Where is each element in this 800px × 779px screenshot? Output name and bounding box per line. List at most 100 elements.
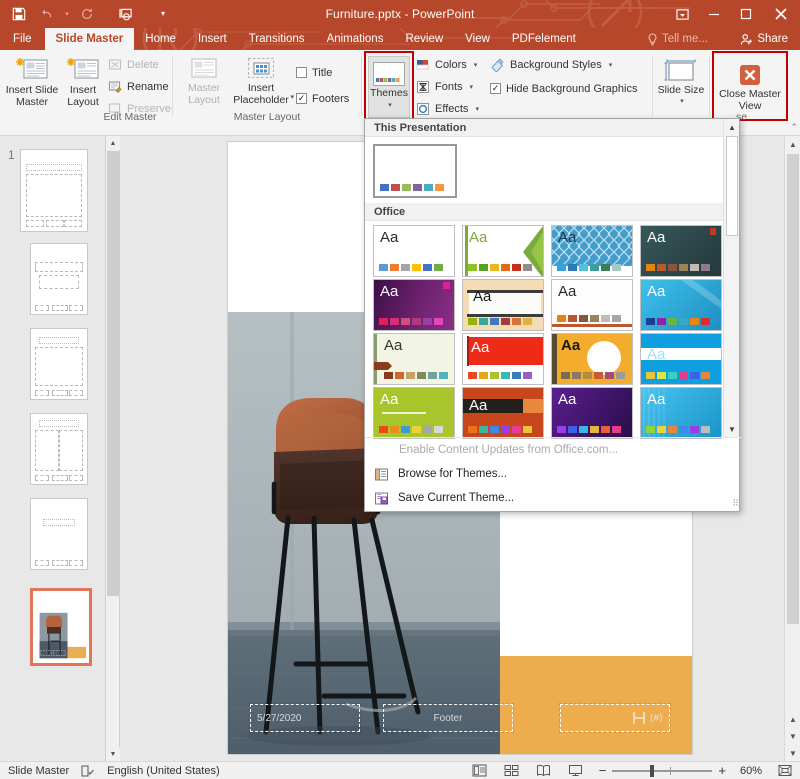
browse-for-themes-item[interactable]: Browse for Themes... xyxy=(365,462,741,486)
theme-tile-retrospect[interactable]: Aa xyxy=(640,225,722,277)
thumbnail-scroll-thumb[interactable] xyxy=(107,151,119,596)
tab-insert[interactable]: Insert xyxy=(187,28,238,50)
tab-slide-master[interactable]: Slide Master xyxy=(44,28,135,50)
theme-tile-current[interactable] xyxy=(373,144,457,198)
zoom-level-label[interactable]: 60% xyxy=(740,765,762,777)
insert-slide-master-button[interactable]: Insert Slide Master xyxy=(4,52,60,108)
hide-background-graphics-row[interactable]: ✓ Hide Background Graphics xyxy=(490,78,637,99)
resize-grip-icon[interactable]: ⠿ xyxy=(732,498,739,509)
thumbnail-scroll-down-icon[interactable]: ▼ xyxy=(106,747,120,761)
restore-icon[interactable] xyxy=(730,0,762,28)
title-checkbox-row[interactable]: Title xyxy=(296,62,332,83)
effects-caret-icon[interactable]: ▾ xyxy=(475,105,479,113)
master-layout-button[interactable]: Master Layout xyxy=(178,52,230,106)
canvas-previous-slide-icon[interactable]: ▲ xyxy=(785,711,800,727)
thumbnail-layout-content[interactable] xyxy=(30,328,88,400)
theme-tile-ion-boardroom[interactable]: Aa xyxy=(551,225,633,277)
slide-size-button[interactable]: Slide Size ▾ xyxy=(656,54,706,108)
close-master-view-button[interactable]: Close Master View xyxy=(718,58,782,112)
hide-background-graphics-checkbox[interactable]: ✓ xyxy=(490,83,501,94)
canvas-next-slide-icon[interactable]: ▼ xyxy=(785,728,800,744)
thumbnail-layout-title-only[interactable] xyxy=(30,498,88,570)
canvas-scrollbar[interactable]: ▲ ▲ ▼ ▼ xyxy=(784,136,800,761)
theme-tile-office-theme[interactable]: Aa xyxy=(373,225,455,277)
thumbnail-layout-two-content[interactable] xyxy=(30,413,88,485)
thumbnail-pane-scrollbar[interactable]: ▲ ▼ xyxy=(106,136,120,761)
tell-me-search[interactable]: Tell me... xyxy=(647,28,708,50)
background-styles-button[interactable]: Background Styles ▾ xyxy=(490,54,612,75)
slide-thumbnail-pane[interactable]: 1 xyxy=(0,136,106,761)
theme-tile-vapor-trail[interactable]: Aa xyxy=(551,387,633,439)
thumbnail-scroll-up-icon[interactable]: ▲ xyxy=(106,136,120,150)
themes-gallery-scroll-down-icon[interactable]: ▼ xyxy=(724,421,740,437)
effects-button[interactable]: Effects ▾ xyxy=(416,98,479,119)
save-current-theme-item[interactable]: Save Current Theme... xyxy=(365,486,741,510)
insert-layout-button[interactable]: Insert Layout xyxy=(60,52,106,108)
themes-dropdown-gallery[interactable]: This Presentation Office Aa Aa Aa Aa Aa … xyxy=(364,118,741,512)
title-checkbox[interactable] xyxy=(296,67,307,78)
ribbon-display-options-icon[interactable] xyxy=(666,0,698,28)
footers-checkbox-row[interactable]: ✓ Footers xyxy=(296,88,349,109)
ribbon-tabs[interactable]: File Slide Master Home Insert Transition… xyxy=(0,28,587,50)
zoom-in-button[interactable]: + xyxy=(718,763,726,778)
theme-tile-berlin[interactable]: Aa xyxy=(373,279,455,331)
theme-tile-celestial[interactable]: Aa xyxy=(640,279,722,331)
theme-tile-banded[interactable]: Aa xyxy=(551,279,633,331)
zoom-out-button[interactable]: − xyxy=(599,763,607,778)
theme-tile-savon[interactable]: Aa xyxy=(462,387,544,439)
colors-button[interactable]: Colors ▾ xyxy=(416,54,477,75)
theme-tile-quotable[interactable]: Aa xyxy=(373,387,455,439)
theme-tile-facet[interactable]: Aa xyxy=(462,225,544,277)
canvas-scroll-up-icon[interactable]: ▲ xyxy=(785,136,800,152)
theme-tile-frame[interactable]: Aa xyxy=(640,333,722,385)
fonts-caret-icon[interactable]: ▾ xyxy=(470,83,474,91)
theme-tile-basis[interactable]: Aa xyxy=(462,333,544,385)
close-icon[interactable] xyxy=(762,0,800,28)
themes-gallery-scrollbar[interactable]: ▲ ▼ xyxy=(723,119,739,437)
zoom-track[interactable] xyxy=(612,764,713,777)
collapse-ribbon-icon[interactable]: ⌃ xyxy=(790,122,798,133)
themes-caret-icon[interactable]: ▾ xyxy=(388,100,392,112)
fonts-button[interactable]: Fonts ▾ xyxy=(416,76,473,97)
tab-pdfelement[interactable]: PDFelement xyxy=(501,28,587,50)
slide-footer-placeholder[interactable]: Footer xyxy=(382,703,514,733)
spellcheck-icon[interactable] xyxy=(81,765,95,777)
themes-gallery-scroll-thumb[interactable] xyxy=(726,136,738,236)
themes-button[interactable]: Themes ▾ xyxy=(368,56,410,118)
slide-number-placeholder[interactable]: ⟨#⟩ xyxy=(559,703,671,733)
insert-placeholder-button[interactable]: Insert Placeholder ▾ xyxy=(230,52,294,106)
tab-home[interactable]: Home xyxy=(134,28,187,50)
minimize-icon[interactable] xyxy=(698,0,730,28)
canvas-scroll-down-icon[interactable]: ▼ xyxy=(785,745,800,761)
tab-review[interactable]: Review xyxy=(394,28,454,50)
theme-tile-wisp[interactable]: Aa xyxy=(462,279,544,331)
enable-content-updates-item[interactable]: Enable Content Updates from Office.com..… xyxy=(365,438,741,462)
theme-tile-view[interactable]: Aa xyxy=(640,387,722,439)
share-button[interactable]: Share xyxy=(734,29,794,49)
footers-checkbox[interactable]: ✓ xyxy=(296,93,307,104)
delete-button[interactable]: Delete xyxy=(108,54,159,75)
tab-transitions[interactable]: Transitions xyxy=(238,28,316,50)
status-language[interactable]: English (United States) xyxy=(107,765,220,777)
rename-button[interactable]: Rename xyxy=(108,76,169,97)
fit-to-window-icon[interactable] xyxy=(776,763,794,779)
themes-gallery-scroll-up-icon[interactable]: ▲ xyxy=(724,119,740,135)
tab-animations[interactable]: Animations xyxy=(316,28,395,50)
window-controls[interactable] xyxy=(666,0,800,28)
thumbnail-layout-title[interactable] xyxy=(30,243,88,315)
colors-caret-icon[interactable]: ▾ xyxy=(474,61,478,69)
insert-placeholder-caret-icon[interactable]: ▾ xyxy=(290,92,294,104)
zoom-slider[interactable]: − + xyxy=(599,763,726,778)
slide-sorter-icon[interactable] xyxy=(503,763,521,779)
slideshow-icon[interactable] xyxy=(567,763,585,779)
thumbnail-layout-picture-selected[interactable] xyxy=(30,588,92,666)
tab-view[interactable]: View xyxy=(454,28,501,50)
background-styles-caret-icon[interactable]: ▾ xyxy=(609,61,613,69)
tab-file[interactable]: File xyxy=(0,28,45,50)
zoom-thumb[interactable] xyxy=(650,764,655,777)
thumbnail-slide-master[interactable] xyxy=(20,149,88,232)
reading-view-icon[interactable] xyxy=(535,763,553,779)
theme-tile-badge[interactable]: Aa xyxy=(373,333,455,385)
slide-date-placeholder[interactable]: 5/27/2020 xyxy=(249,703,361,733)
theme-tile-dividend[interactable]: Aa xyxy=(551,333,633,385)
